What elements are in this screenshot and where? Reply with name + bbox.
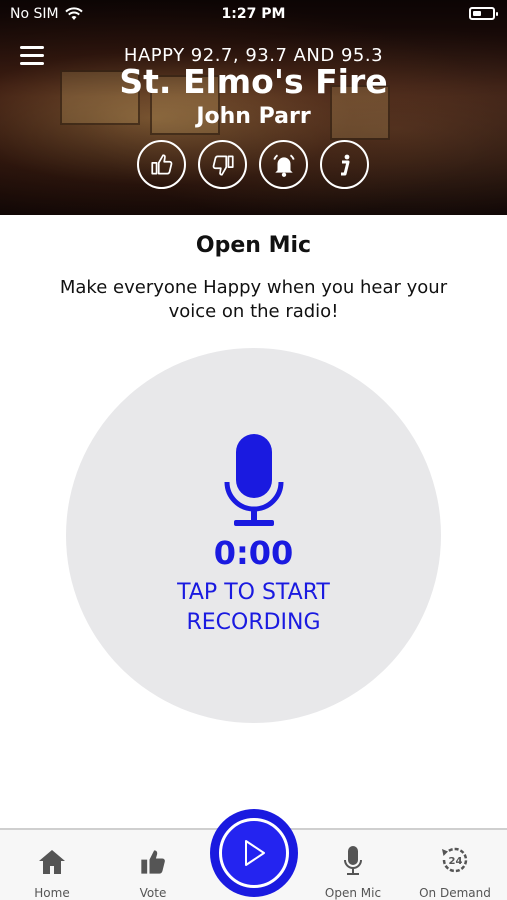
page-title: Open Mic (195, 233, 312, 258)
info-button[interactable] (320, 140, 369, 189)
thumbs-up-button[interactable] (137, 140, 186, 189)
microphone-icon (344, 846, 362, 875)
status-bar: No SIM 1:27 PM (0, 0, 507, 30)
record-instruction-line-1: TAP TO START (177, 580, 330, 605)
tab-on-demand[interactable]: 24 On Demand (410, 844, 500, 900)
record-instruction-line-2: RECORDING (186, 610, 321, 635)
status-time: 1:27 PM (221, 6, 286, 22)
on-demand-badge: 24 (449, 856, 463, 867)
thumbs-up-icon (141, 850, 165, 874)
tab-vote-label: Vote (139, 886, 167, 900)
home-icon (39, 850, 65, 874)
play-icon (245, 840, 265, 866)
microphone-icon (224, 434, 284, 526)
tab-open-mic-label: Open Mic (324, 886, 382, 900)
recording-timer: 0:00 (213, 534, 294, 572)
tab-on-demand-label: On Demand (419, 886, 491, 900)
on-demand-24-icon: 24 (442, 847, 468, 873)
artist-name: John Parr (196, 104, 311, 129)
song-title: St. Elmo's Fire (119, 62, 388, 101)
record-instruction: TAP TO START RECORDING (106, 578, 401, 638)
thumbs-down-icon (212, 154, 234, 176)
tab-home-label: Home (34, 886, 70, 900)
tab-vote[interactable]: Vote (108, 844, 198, 900)
play-button[interactable] (210, 809, 298, 897)
tab-home[interactable]: Home (7, 844, 97, 900)
now-playing-header: No SIM 1:27 PM HAPPY 92.7, 93.7 AND 95.3… (0, 0, 507, 215)
record-button[interactable]: 0:00 TAP TO START RECORDING (66, 348, 441, 723)
song-actions (137, 140, 369, 189)
battery-level (473, 11, 481, 16)
alarm-bell-button[interactable] (259, 140, 308, 189)
info-icon (340, 154, 349, 175)
thumbs-up-icon (150, 153, 172, 175)
page-subtitle: Make everyone Happy when you hear your v… (59, 277, 448, 322)
thumbs-down-button[interactable] (198, 140, 247, 189)
battery-icon (469, 7, 498, 20)
alarm-bell-icon (272, 154, 295, 177)
tab-open-mic[interactable]: Open Mic (308, 844, 398, 900)
